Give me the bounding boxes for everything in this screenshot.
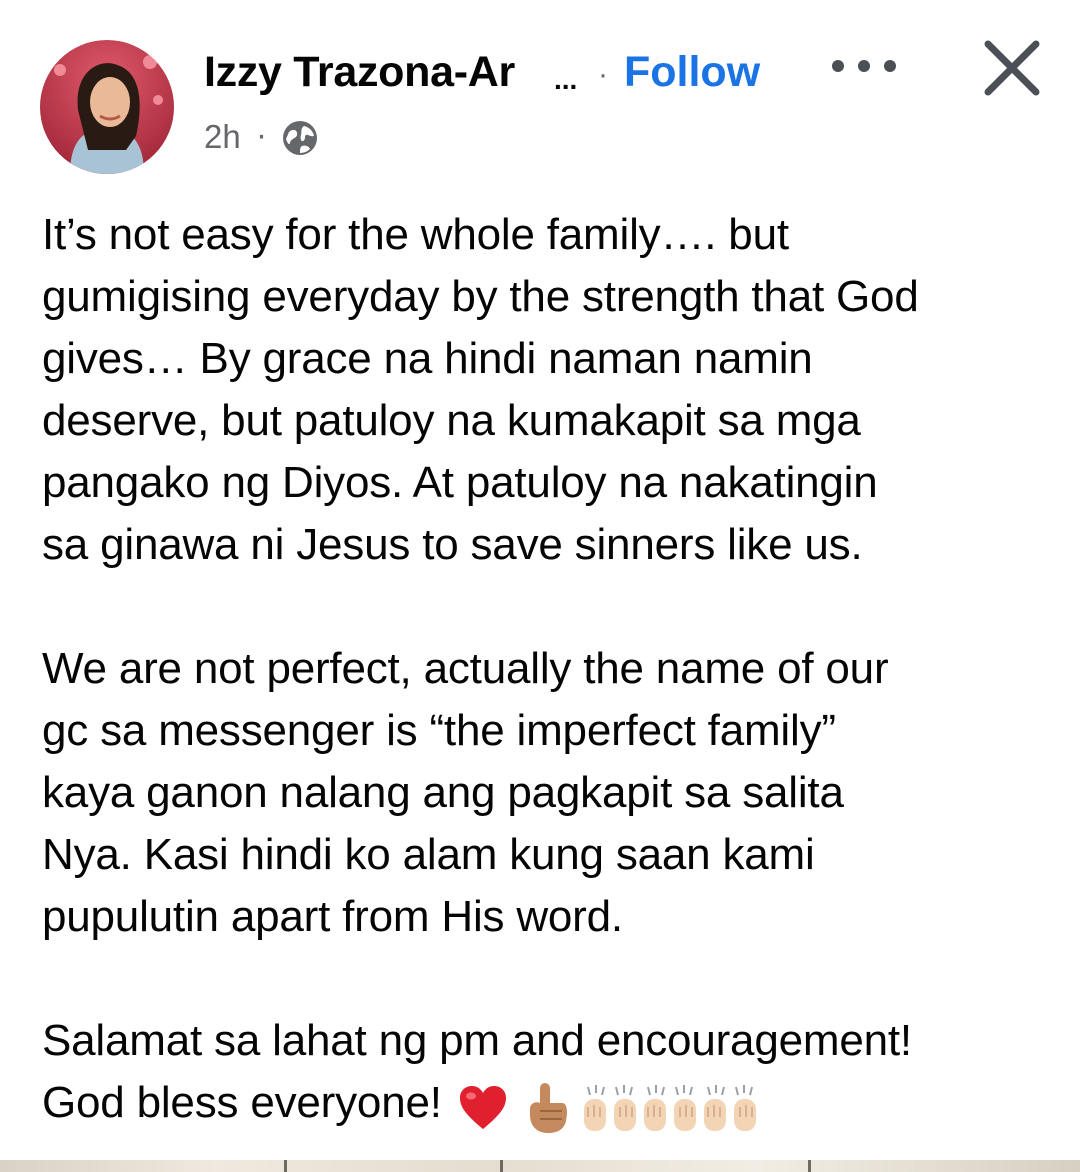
image-edge-mark xyxy=(808,1160,811,1172)
post-timestamp[interactable]: 2h xyxy=(204,118,241,156)
raising-hands-icon xyxy=(703,1084,756,1131)
index-pointing-up-icon xyxy=(529,1082,567,1133)
globe-icon[interactable] xyxy=(280,118,320,158)
more-horizontal-icon[interactable] xyxy=(826,46,902,86)
red-heart-icon xyxy=(459,1085,506,1129)
raising-hands-icon xyxy=(583,1084,636,1131)
name-truncation: ... xyxy=(554,64,578,95)
follow-button[interactable]: Follow xyxy=(624,48,760,97)
post-last-line: God bless everyone! xyxy=(42,1072,1052,1136)
author-name[interactable]: Izzy Trazona-Ar xyxy=(204,48,515,97)
author-avatar[interactable] xyxy=(40,40,174,174)
header-separator: · xyxy=(598,58,608,91)
post-paragraph-2: We are not perfect, actually the name of… xyxy=(42,644,889,941)
post-card: Izzy Trazona-Ar ... · Follow 2h · It’s n… xyxy=(0,0,1080,1160)
image-edge-mark xyxy=(284,1160,287,1172)
attached-image-edge[interactable] xyxy=(0,1160,1080,1172)
raising-hands-icon xyxy=(643,1084,696,1131)
meta-separator: · xyxy=(256,116,267,153)
post-last-line-text: God bless everyone! xyxy=(42,1078,442,1127)
post-body: It’s not easy for the whole family…. but… xyxy=(42,204,1052,1136)
image-edge-mark xyxy=(500,1160,503,1172)
post-paragraph-1: It’s not easy for the whole family…. but… xyxy=(42,210,919,569)
close-icon[interactable] xyxy=(978,34,1046,102)
emoji-group xyxy=(456,1074,760,1136)
post-paragraph-3: Salamat sa lahat ng pm and encouragement… xyxy=(42,1016,912,1065)
